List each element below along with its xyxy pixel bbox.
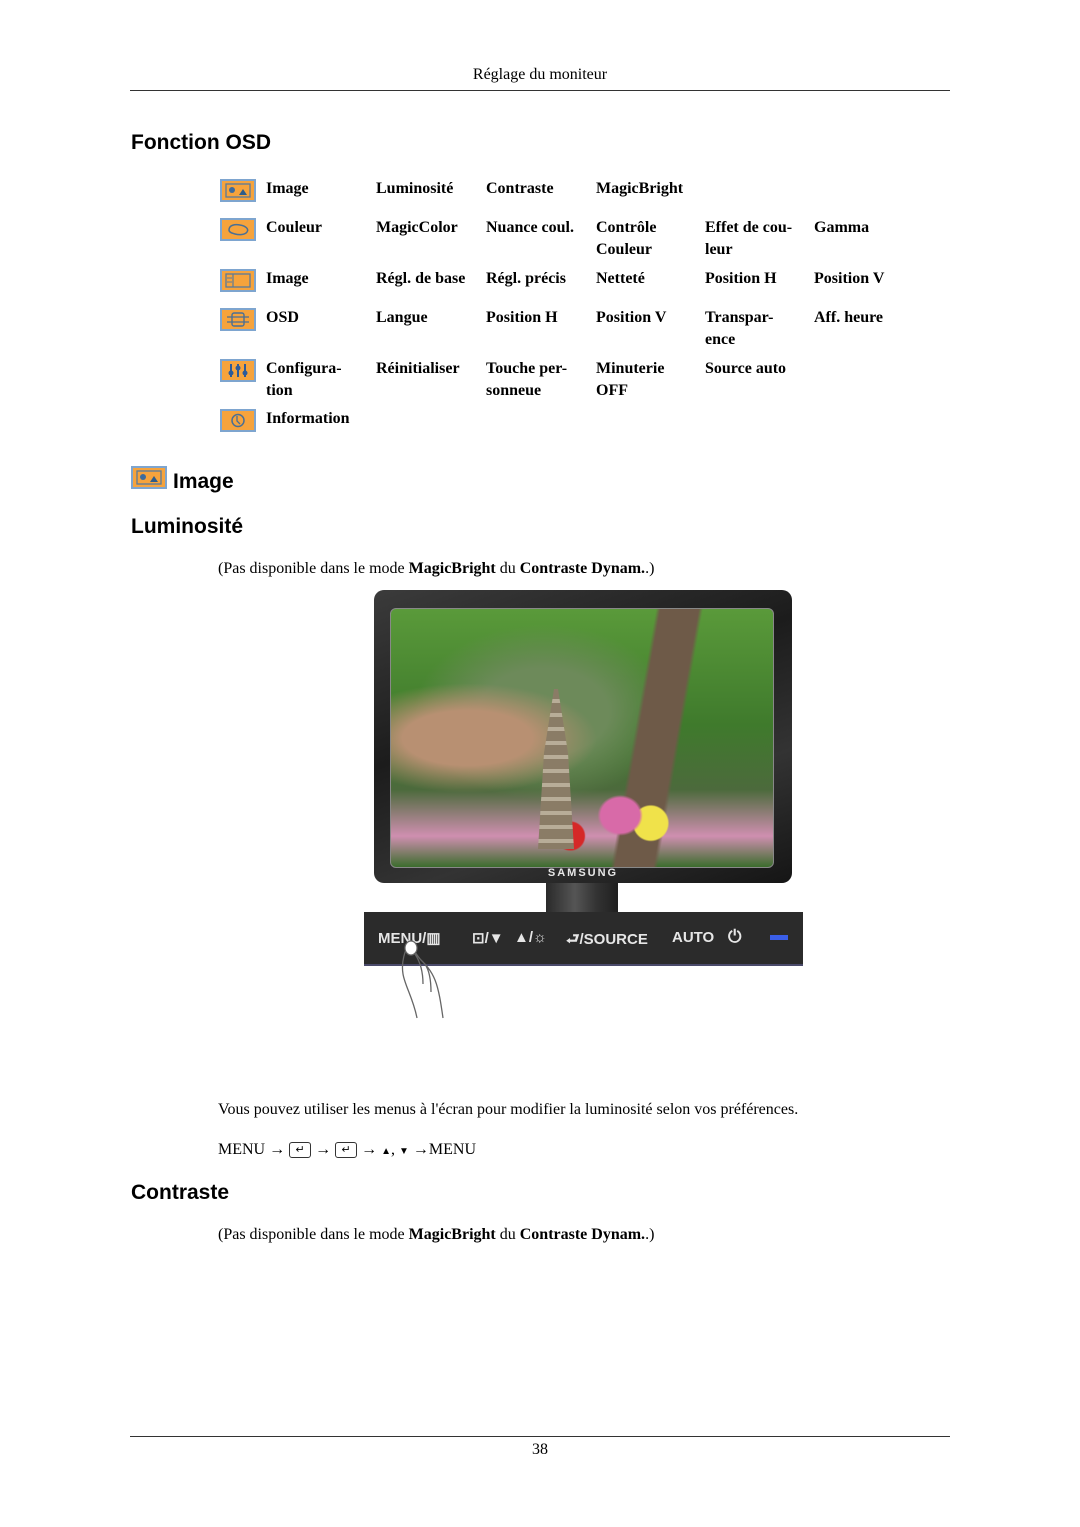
up-triangle-icon: ▲ [381, 1146, 392, 1157]
picture-icon [220, 179, 256, 202]
osd-menu-item: Source auto [705, 360, 787, 377]
settings-sliders-icon [220, 359, 256, 382]
note-text: .) [645, 560, 655, 577]
power-led-icon [770, 935, 788, 940]
osd-menu-category: Image [266, 180, 309, 197]
arrow-icon: → [315, 1141, 332, 1158]
osd-menu-item: Régl. précis [486, 270, 566, 287]
hand-pointer-icon [401, 940, 444, 1019]
osd-menu-category: Information [266, 410, 350, 427]
contraste-note: (Pas disponible dans le mode MagicBright… [218, 1226, 654, 1244]
osd-menu-item: Minuterie OFF [596, 360, 665, 399]
color-palette-icon [220, 218, 256, 241]
magicbright-down-button: ⊡/▼ [472, 930, 504, 947]
osd-menu-item: Luminosité [376, 180, 454, 197]
key-sequence: MENU → ↵ → ↵ → ▲, ▼ →MENU [218, 1141, 476, 1159]
down-triangle-icon: ▼ [399, 1146, 409, 1157]
osd-menu-item: Position V [596, 309, 667, 326]
arrow-icon: → [412, 1141, 429, 1158]
menu-key-label: MENU [428, 1141, 477, 1158]
source-button: ⮐/SOURCE [566, 931, 648, 948]
page-number: 38 [532, 1441, 548, 1458]
osd-menu-item: Gamma [814, 219, 870, 236]
power-icon: ⏻ [728, 927, 742, 946]
arrow-icon: → [361, 1141, 378, 1158]
osd-menu-item: Nuance coul. [486, 219, 574, 236]
note-text: du [495, 1226, 520, 1243]
note-bold-contraste: Contraste Dynam. [519, 1226, 646, 1243]
footer-rule [130, 1436, 950, 1437]
osd-menu-category: OSD [266, 309, 299, 326]
pagoda-shape [538, 689, 574, 849]
osd-menu-item: MagicColor [376, 219, 458, 236]
osd-menu-item: Netteté [596, 270, 645, 287]
osd-menu-item: Contrôle Couleur [596, 219, 657, 258]
osd-icon [220, 308, 256, 331]
subsection-title: Image [173, 470, 234, 493]
enter-key-icon: ↵ [289, 1142, 312, 1158]
enter-key-icon: ↵ [335, 1142, 358, 1158]
auto-button: AUTO [672, 929, 715, 946]
note-text: du [495, 560, 520, 577]
luminosite-note: (Pas disponible dans le mode MagicBright… [218, 560, 654, 578]
osd-menu-item: Position H [486, 309, 558, 326]
arrow-icon: → [269, 1141, 286, 1158]
up-brightness-button: ▲/☼ [514, 929, 547, 946]
osd-menu-item: Transpar- ence [705, 309, 774, 348]
luminosite-title: Luminosité [131, 515, 244, 538]
note-bold-contraste: Contraste Dynam. [519, 560, 646, 577]
osd-menu-item: Effet de cou- leur [705, 219, 793, 258]
monitor-illustration: SAMSUNG [374, 590, 792, 883]
osd-menu-category: Couleur [266, 219, 322, 236]
osd-menu-category: Image [266, 270, 309, 287]
picture-icon [131, 466, 167, 489]
osd-menu-item: Contraste [486, 180, 554, 197]
contraste-title: Contraste [131, 1181, 230, 1204]
osd-menu-item: Position V [814, 270, 885, 287]
monitor-brand: SAMSUNG [547, 867, 619, 879]
luminosite-description: Vous pouvez utiliser les menus à l'écran… [218, 1101, 799, 1118]
note-text: .) [645, 1226, 655, 1243]
osd-menu-item: Régl. de base [376, 270, 466, 287]
osd-menu-item: Réinitialiser [376, 360, 460, 377]
osd-menu-item: MagicBright [596, 180, 684, 197]
note-bold-magicbright: MagicBright [408, 560, 496, 577]
monitor-stand [546, 883, 618, 913]
osd-menu-item: Position H [705, 270, 777, 287]
section-title: Fonction OSD [131, 131, 271, 154]
monitor-screen-photo [390, 608, 774, 868]
running-header: Réglage du moniteur [472, 66, 608, 83]
note-text: (Pas disponible dans le mode [218, 560, 409, 577]
osd-menu-category: Configura- tion [266, 360, 342, 399]
osd-menu-item: Langue [376, 309, 428, 326]
osd-menu-item: Aff. heure [814, 309, 884, 326]
note-text: (Pas disponible dans le mode [218, 1226, 409, 1243]
menu-key-label: MENU [218, 1141, 266, 1158]
note-bold-magicbright: MagicBright [408, 1226, 496, 1243]
osd-menu-item: Touche per- sonneue [486, 360, 568, 399]
header-rule [130, 90, 950, 91]
image-geometry-icon [220, 269, 256, 292]
comma-text: , [391, 1141, 396, 1158]
information-clock-icon [220, 409, 256, 432]
